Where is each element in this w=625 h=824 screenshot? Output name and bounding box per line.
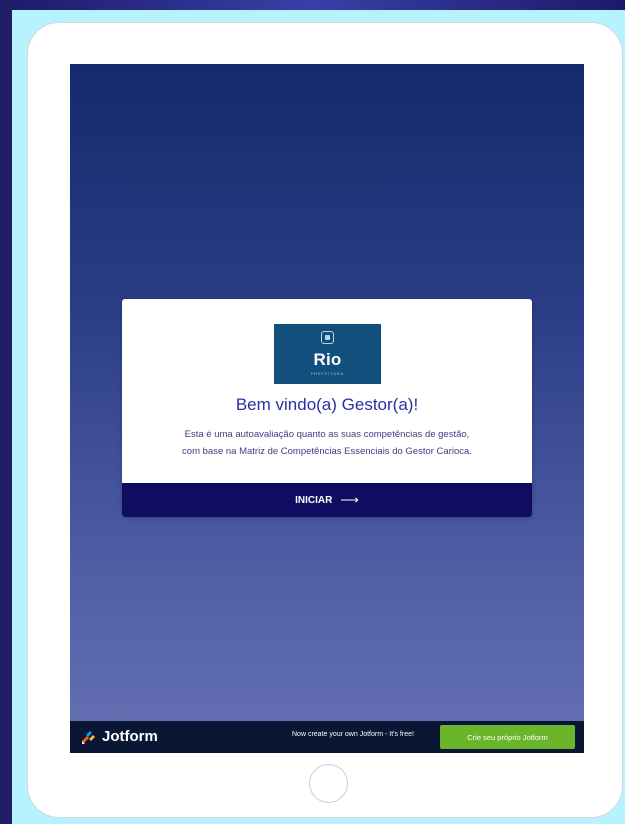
rio-logo: Rio PREFEITURA <box>274 324 381 384</box>
background-top-strip <box>0 0 625 10</box>
jotform-logo-icon <box>82 731 95 744</box>
arrow-right-icon: ⟶ <box>340 492 359 507</box>
description-line-2: com base na Matriz de Competências Essen… <box>182 446 472 457</box>
logo-text: Rio <box>313 350 342 369</box>
start-button[interactable]: INICIAR ⟶ <box>122 483 532 517</box>
description-line-1: Esta é uma autoavaliação quanto as suas … <box>184 429 470 440</box>
jotform-logo[interactable]: Jotform <box>80 727 180 747</box>
home-button-icon[interactable] <box>309 764 348 803</box>
welcome-card: Rio PREFEITURA Bem vindo(a) Gestor(a)! E… <box>122 299 532 517</box>
rio-emblem-icon <box>321 331 334 344</box>
logo-subtext: PREFEITURA <box>310 371 345 376</box>
welcome-title: Bem vindo(a) Gestor(a)! <box>235 395 419 414</box>
background-left-strip <box>0 0 12 824</box>
jotform-note: Now create your own Jotform - It's free! <box>292 731 414 738</box>
tablet-screen: Rio PREFEITURA Bem vindo(a) Gestor(a)! E… <box>70 64 584 753</box>
welcome-description: Esta é uma autoavaliação quanto as suas … <box>132 426 522 460</box>
jotform-brand: Jotform <box>102 728 158 745</box>
start-button-label: INICIAR <box>295 494 333 506</box>
create-jotform-button[interactable]: Crie seu próprio Jotform <box>440 725 575 749</box>
jotform-bar: Jotform Now create your own Jotform - It… <box>70 721 584 753</box>
